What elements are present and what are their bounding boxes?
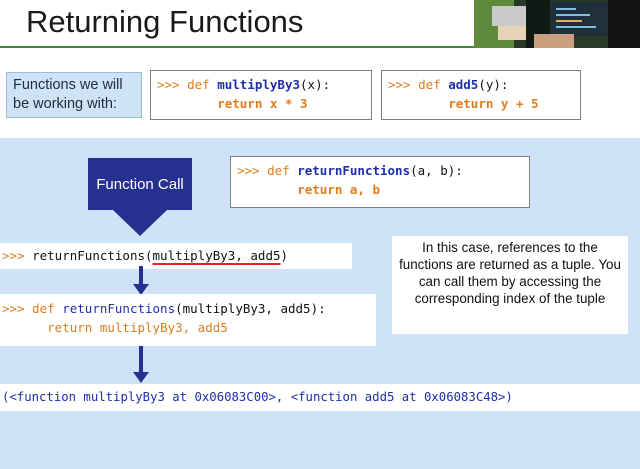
function-params: (a, b): [410,163,463,178]
code-keyword: def [187,77,210,92]
multiply-code-box: >>> def multiplyBy3(x): return x * 3 [150,70,372,120]
expanded-def-block: >>> def returnFunctions(multiplyBy3, add… [0,294,376,346]
intro-label: Functions we will be working with: [6,72,142,118]
function-params: (x): [300,77,331,92]
code-keyword: def [267,163,290,178]
function-call-label: Function Call [88,158,192,210]
function-body: return multiplyBy3, add5 [47,320,228,335]
down-arrow-icon [113,210,167,236]
call-arg-separator: , [235,248,251,263]
call-function-name: returnFunctions [32,248,145,263]
function-body: return a, b [297,182,381,197]
call-arg-add5: add5 [250,248,281,263]
function-name: returnFunctions [62,301,176,316]
down-arrow-icon [133,372,149,383]
add-code-box: >>> def add5(y): return y + 5 [381,70,581,120]
explanation-note: In this case, references to the function… [392,236,628,334]
function-body: return x * 3 [217,96,308,111]
code-prompt: >>> [2,301,25,316]
down-arrow-shaft [139,346,143,374]
function-name: add5 [448,77,479,92]
code-prompt: >>> [2,248,25,263]
call-open-paren: ( [145,248,153,263]
function-call-text: Function Call [96,175,184,193]
function-params: (multiplyBy3, add5): [175,301,326,316]
function-name: multiplyBy3 [217,77,301,92]
function-body: return y + 5 [448,96,539,111]
code-prompt: >>> [237,163,260,178]
slide-title: Returning Functions [26,4,304,39]
return-functions-code-box: >>> def returnFunctions(a, b): return a,… [230,156,530,208]
call-close-paren: ) [280,248,289,263]
code-prompt: >>> [157,77,180,92]
laptop-photo-image [474,0,640,48]
header-photo [474,0,640,48]
code-prompt: >>> [388,77,411,92]
output-line: (<function multiplyBy3 at 0x06083C00>, <… [0,384,640,411]
function-params: (y): [478,77,509,92]
call-arg-multiplyby3: multiplyBy3 [152,248,236,263]
down-arrow-shaft [139,266,143,286]
call-code-line: >>> returnFunctions(multiplyBy3, add5) [0,243,352,269]
function-name: returnFunctions [297,163,411,178]
code-keyword: def [32,301,55,316]
code-keyword: def [418,77,441,92]
